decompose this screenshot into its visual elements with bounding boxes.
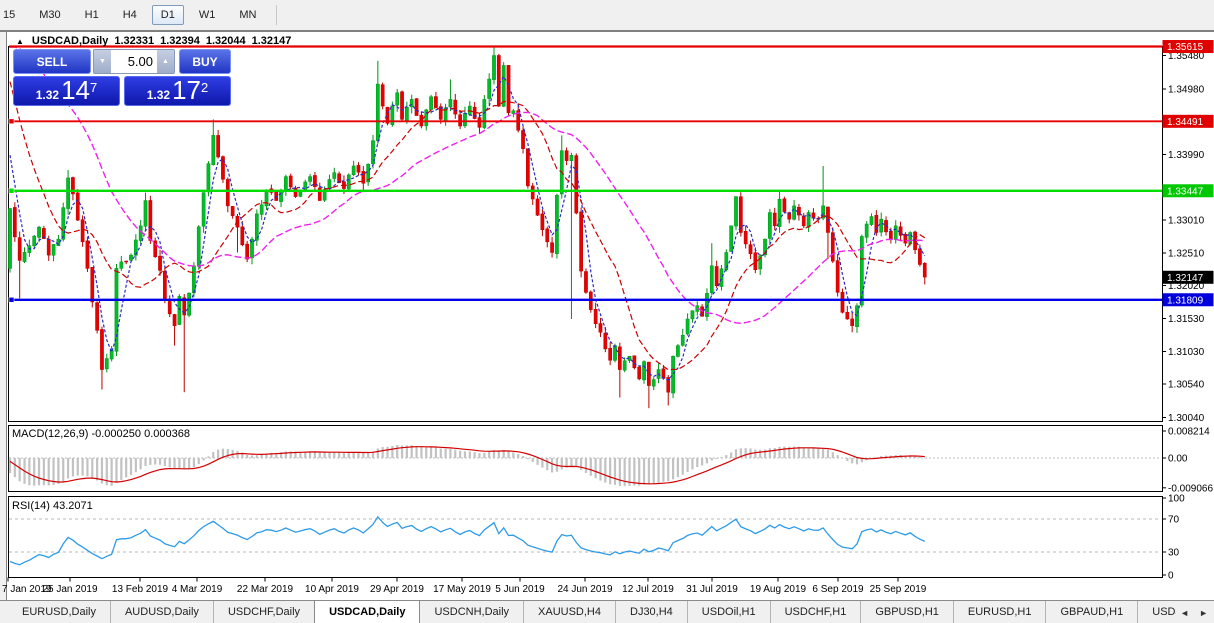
toolbar-separator — [276, 5, 277, 25]
volume-decrease-button[interactable]: ▼ — [94, 50, 111, 73]
chart-symbol-period: USDCAD,Daily — [32, 35, 108, 47]
ohlc-low: 1.32044 — [206, 35, 246, 47]
chart-window-background — [6, 31, 1214, 600]
collapse-panel-icon[interactable]: ▲ — [16, 37, 24, 46]
buy-price-pips: 17 — [172, 78, 201, 102]
one-click-trading-panel: SELL ▼ 5.00 ▲ BUY 1.32 14 7 1.32 17 2 — [13, 49, 231, 106]
tab-scroll-arrows: ◄ ► — [1176, 601, 1212, 623]
ohlc-close: 1.32147 — [252, 35, 292, 47]
timeframe-button-d1[interactable]: D1 — [152, 5, 184, 25]
tab-gbpusd-h1[interactable]: GBPUSD,H1 — [860, 601, 953, 623]
tab-usdcnh-daily[interactable]: USDCNH,Daily — [420, 601, 523, 623]
ohlc-open: 1.32331 — [114, 35, 154, 47]
sell-price-display[interactable]: 1.32 14 7 — [13, 76, 120, 106]
tab-scroll-right-icon[interactable]: ► — [1199, 608, 1208, 618]
mt4-application-window: 15 M30 H1 H4 D1 W1MN ▲ USDCAD,Daily 1.32331 1… — [0, 0, 1214, 623]
buy-price-point: 2 — [201, 83, 208, 93]
volume-increase-button[interactable]: ▲ — [157, 50, 174, 73]
buy-price-prefix: 1.32 — [147, 88, 170, 102]
timeframe-button-h1[interactable]: H1 — [76, 5, 108, 25]
tab-eurusd-daily[interactable]: EURUSD,Daily — [8, 601, 110, 623]
ohlc-high: 1.32394 — [160, 35, 200, 47]
tab-eurusd-h1[interactable]: EURUSD,H1 — [953, 601, 1046, 623]
sell-price-point: 7 — [90, 83, 97, 93]
tab-dj30-h4[interactable]: DJ30,H4 — [615, 601, 687, 623]
timeframe-toolbar: 15 M30 H1 H4 D1 W1MN — [0, 0, 1214, 31]
tab-usdcad-daily[interactable]: USDCAD,Daily — [314, 600, 420, 623]
timeframe-button-h4[interactable]: H4 — [114, 5, 146, 25]
tab-audusd-daily[interactable]: AUDUSD,Daily — [110, 601, 213, 623]
timeframe-button-15[interactable]: 15 — [0, 5, 24, 25]
sell-price-prefix: 1.32 — [36, 88, 59, 102]
timeframe-button-mn[interactable]: MN — [230, 5, 265, 25]
timeframe-button-w1[interactable]: W1 — [190, 5, 225, 25]
tab-usdoil-h1[interactable]: USDOil,H1 — [687, 601, 770, 623]
chart-title-bar: ▲ USDCAD,Daily 1.32331 1.32394 1.32044 1… — [16, 35, 291, 47]
tab-xauusd-h4[interactable]: XAUUSD,H4 — [523, 601, 615, 623]
tab-gbpaud-h1[interactable]: GBPAUD,H1 — [1045, 601, 1137, 623]
tab-usdchf-daily[interactable]: USDCHF,Daily — [213, 601, 314, 623]
tab-usdchf-h1[interactable]: USDCHF,H1 — [770, 601, 861, 623]
sell-price-pips: 14 — [61, 78, 90, 102]
tab-scroll-left-icon[interactable]: ◄ — [1180, 608, 1189, 618]
buy-button[interactable]: BUY — [179, 49, 231, 74]
chart-tab-bar: EURUSD,DailyAUDUSD,DailyUSDCHF,DailyUSDC… — [0, 600, 1214, 623]
sell-button[interactable]: SELL — [13, 49, 91, 74]
volume-input[interactable]: 5.00 — [111, 50, 157, 73]
volume-control: ▼ 5.00 ▲ — [93, 49, 175, 74]
buy-price-display[interactable]: 1.32 17 2 — [124, 76, 231, 106]
timeframe-button-m30[interactable]: M30 — [30, 5, 69, 25]
